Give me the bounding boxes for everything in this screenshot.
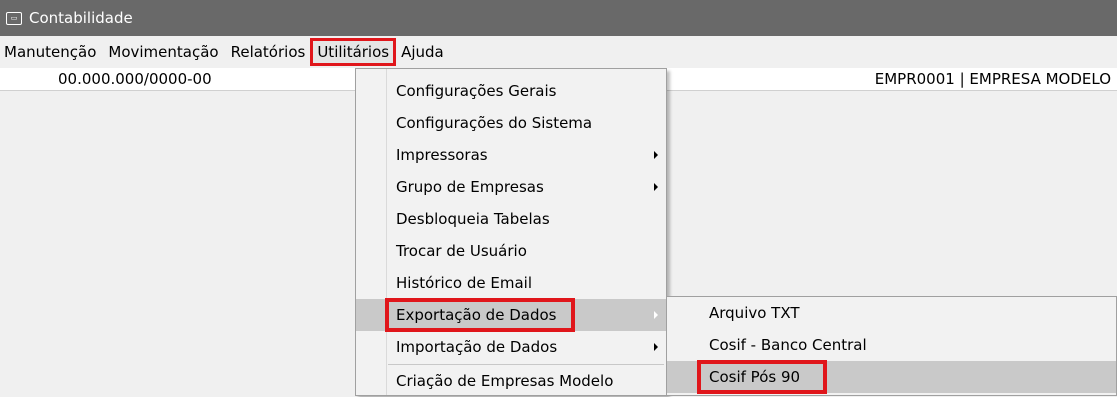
submenu-arrow-icon — [654, 343, 658, 351]
cosif-pos-90-highlight-box — [697, 360, 827, 394]
submenu-arrow-icon — [654, 311, 658, 319]
menu-item-desbloqueia-tabelas[interactable]: Desbloqueia Tabelas — [356, 203, 666, 235]
exportacao-submenu: Arquivo TXT Cosif - Banco Central Cosif … — [666, 296, 1117, 396]
cnpj-text: 00.000.000/0000-00 — [58, 70, 212, 88]
menu-item-trocar-usuario[interactable]: Trocar de Usuário — [356, 235, 666, 267]
menubar: Manutenção Movimentação Relatórios Utili… — [0, 36, 1117, 68]
menu-item-criacao-empresas-modelo[interactable]: Criação de Empresas Modelo — [356, 365, 666, 397]
menu-item-label: Trocar de Usuário — [396, 242, 527, 260]
submenu-arrow-icon — [654, 183, 658, 191]
submenu-item-arquivo-txt[interactable]: Arquivo TXT — [667, 297, 1116, 329]
menu-item-historico-email[interactable]: Histórico de Email — [356, 267, 666, 299]
menu-manutencao[interactable]: Manutenção — [0, 39, 102, 65]
window-title: Contabilidade — [29, 9, 133, 27]
submenu-item-label: Cosif - Banco Central — [709, 336, 867, 354]
menu-item-grupo-empresas[interactable]: Grupo de Empresas — [356, 171, 666, 203]
menu-item-importacao-dados[interactable]: Importação de Dados — [356, 331, 666, 363]
menu-item-label: Desbloqueia Tabelas — [396, 210, 550, 228]
exportacao-highlight-box — [385, 298, 575, 332]
menu-item-configuracoes-sistema[interactable]: Configurações do Sistema — [356, 107, 666, 139]
menu-utilitarios[interactable]: Utilitários — [310, 38, 397, 66]
menu-item-label: Criação de Empresas Modelo — [396, 372, 614, 390]
submenu-arrow-icon — [654, 151, 658, 159]
menu-item-label: Grupo de Empresas — [396, 178, 544, 196]
menu-movimentacao[interactable]: Movimentação — [102, 39, 224, 65]
window-app-icon: ▭ — [6, 11, 22, 25]
menu-item-label: Importação de Dados — [396, 338, 558, 356]
menu-item-label: Histórico de Email — [396, 274, 532, 292]
submenu-item-cosif-banco-central[interactable]: Cosif - Banco Central — [667, 329, 1116, 361]
menu-relatorios[interactable]: Relatórios — [225, 39, 312, 65]
menu-ajuda[interactable]: Ajuda — [395, 39, 450, 65]
menu-item-label: Configurações do Sistema — [396, 114, 593, 132]
menu-item-impressoras[interactable]: Impressoras — [356, 139, 666, 171]
submenu-item-label: Arquivo TXT — [709, 304, 800, 322]
company-name-text: EMPR0001 | EMPRESA MODELO — [874, 70, 1111, 88]
utilitarios-dropdown-menu: Configurações Gerais Configurações do Si… — [355, 68, 667, 396]
window-titlebar: ▭ Contabilidade — [0, 0, 1117, 36]
menu-item-configuracoes-gerais[interactable]: Configurações Gerais — [356, 75, 666, 107]
menu-item-label: Impressoras — [396, 146, 488, 164]
menu-item-label: Configurações Gerais — [396, 82, 557, 100]
